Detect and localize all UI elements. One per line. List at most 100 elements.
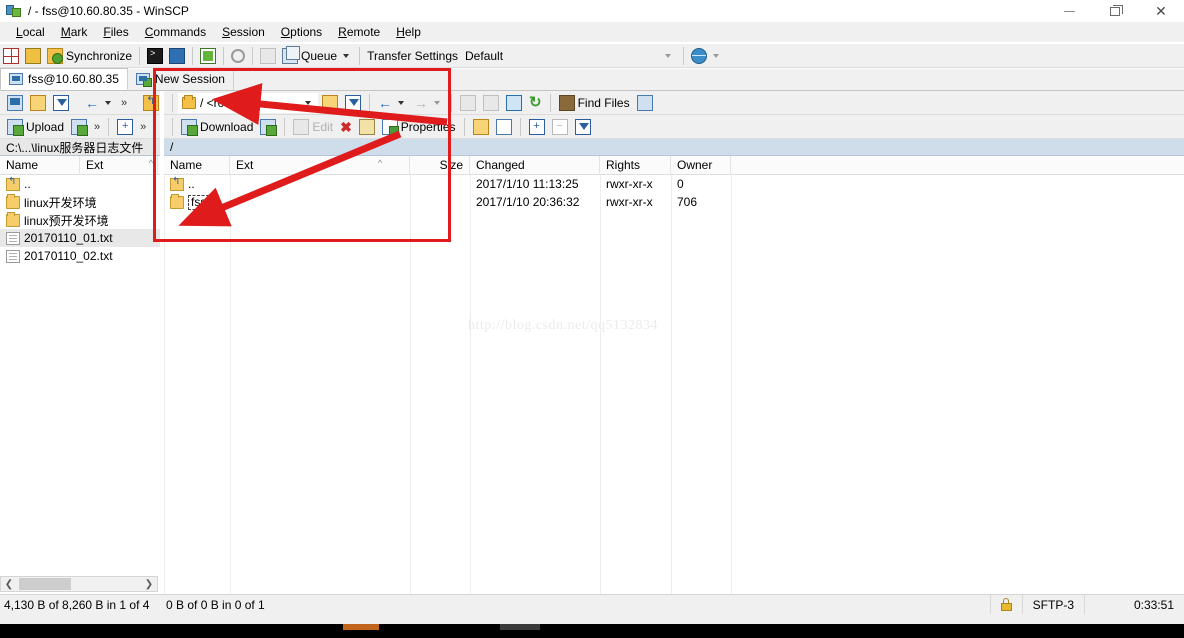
download-icon (181, 118, 198, 136)
tab-new-session[interactable]: New Session (128, 68, 234, 90)
local-column-name[interactable]: Name (0, 155, 80, 175)
delete-button[interactable]: ✖ (337, 116, 355, 138)
remote-column-ext[interactable]: Ext ^ (230, 155, 410, 175)
toolbar-button-synchronize-browsing[interactable] (22, 45, 44, 67)
local-path-bar[interactable]: C:\...\linux服务器日志文件 (0, 139, 160, 156)
remote-filter-button[interactable] (342, 92, 364, 114)
rename-button[interactable] (356, 116, 378, 138)
find-files-icon (558, 94, 575, 111)
remote-file-list[interactable]: .. 2017/1/10 11:13:25 rwxr-xr-x 0 fss 20… (164, 175, 1184, 615)
taskbar-item-active[interactable] (343, 624, 379, 630)
file-name: fss (188, 194, 210, 210)
local-select-button[interactable]: + (114, 116, 136, 138)
toolbar-button-preferences[interactable] (228, 45, 248, 67)
remote-open-directory-button[interactable] (319, 92, 341, 114)
toolbar-button-queue[interactable]: Queue (279, 45, 355, 67)
remote-toolbar: / <root> ← → ↻ Find Files (164, 91, 1184, 115)
menu-item-mark[interactable]: Mark (53, 23, 96, 41)
menu-item-remote[interactable]: Remote (330, 23, 388, 41)
status-lock-cell[interactable] (989, 594, 1022, 615)
local-back-button[interactable]: ← (82, 92, 117, 114)
local-horizontal-scrollbar[interactable]: ❮ ❯ (0, 576, 158, 592)
remote-file-toolbar-separator (284, 117, 286, 136)
download-button[interactable]: Download (178, 116, 256, 138)
refresh-icon: ↻ (529, 94, 542, 111)
table-row[interactable]: fss 2017/1/10 20:36:32 rwxr-xr-x 706 (164, 193, 1184, 211)
toolbar-button-queue-disabled[interactable] (257, 45, 279, 67)
upload-options-button[interactable] (68, 116, 90, 138)
local-parent-directory-button[interactable] (140, 92, 162, 114)
minimize-button[interactable] (1046, 0, 1092, 22)
close-button[interactable]: ✕ (1138, 0, 1184, 22)
download-options-button[interactable] (257, 116, 279, 138)
local-column-ext[interactable]: Ext ^ (80, 155, 158, 175)
remote-refresh-button[interactable]: ↻ (526, 92, 545, 114)
transfer-settings-chevron-down-icon[interactable] (665, 53, 672, 58)
remote-column-owner[interactable]: Owner (671, 155, 731, 175)
local-filter-button[interactable] (50, 92, 72, 114)
upload-button[interactable]: Upload (4, 116, 67, 138)
globe-chevron-down-icon[interactable] (713, 53, 720, 58)
find-files-button[interactable]: Find Files (556, 92, 633, 114)
toolbar-button-put[interactable] (197, 45, 219, 67)
address-chevron-down-icon[interactable] (305, 100, 311, 105)
remote-back-button[interactable]: ← (375, 92, 410, 114)
tab-session-fss[interactable]: fss@10.60.80.35 (0, 68, 128, 90)
local-file-list[interactable]: .. linux开发环境 linux预开发环境 20170110_01.txt (0, 175, 160, 599)
toolbar-button-synchronize[interactable]: Synchronize (44, 45, 135, 67)
list-item[interactable]: linux开发环境 (0, 193, 160, 211)
toolbar-button-grid[interactable] (0, 45, 22, 67)
remote-path-bar[interactable]: / (164, 139, 1184, 156)
scroll-right-icon[interactable]: ❯ (141, 577, 157, 591)
table-row[interactable]: .. 2017/1/10 11:13:25 rwxr-xr-x 0 (164, 175, 1184, 193)
scroll-left-icon[interactable]: ❮ (1, 577, 17, 591)
file-ext (230, 175, 410, 193)
folder-icon (182, 94, 196, 109)
invert-selection-button[interactable] (572, 116, 594, 138)
file-changed: 2017/1/10 11:13:25 (476, 177, 579, 191)
menu-item-local[interactable]: Local (8, 23, 53, 41)
local-toolbar-overflow[interactable]: » (118, 92, 130, 114)
toolbar-button-pageant[interactable] (166, 45, 188, 67)
root-directory-icon (483, 94, 499, 111)
local-file-toolbar-overflow[interactable]: » (91, 116, 103, 138)
synchronize-browsing-icon (25, 47, 41, 64)
menu-item-options[interactable]: Options (273, 23, 330, 41)
remote-column-rights[interactable]: Rights (600, 155, 671, 175)
toolbar-button-globe[interactable] (688, 45, 725, 67)
column-divider (470, 175, 471, 615)
local-open-directory-button[interactable] (27, 92, 49, 114)
remote-column-name[interactable]: Name (164, 155, 230, 175)
menu-item-help[interactable]: Help (388, 23, 429, 41)
remote-copy-path-button[interactable] (634, 92, 656, 114)
maximize-button[interactable] (1092, 0, 1138, 22)
remote-column-changed[interactable]: Changed (470, 155, 600, 175)
list-item[interactable]: 20170110_01.txt (0, 229, 160, 247)
back-chevron-down-icon[interactable] (398, 100, 404, 105)
list-item[interactable]: .. (0, 175, 160, 193)
local-drive-button[interactable] (4, 92, 26, 114)
remote-column-size[interactable]: Size (410, 155, 470, 175)
menu-item-session[interactable]: Session (214, 23, 273, 41)
remote-address-combobox[interactable]: / <root> (178, 92, 318, 113)
remote-file-toolbar-separator-3 (519, 117, 521, 136)
menu-item-files[interactable]: Files (95, 23, 136, 41)
taskbar-item[interactable] (500, 624, 540, 630)
back-chevron-down-icon[interactable] (105, 100, 111, 105)
select-all-button[interactable]: + (526, 116, 548, 138)
chevron-down-icon[interactable] (343, 53, 350, 58)
new-file-button[interactable] (493, 116, 515, 138)
scrollbar-thumb[interactable] (19, 578, 71, 590)
remote-home-button[interactable] (503, 92, 525, 114)
local-file-toolbar-overflow-2[interactable]: » (137, 116, 149, 138)
new-directory-button[interactable] (470, 116, 492, 138)
menu-session-rest: ession (230, 25, 265, 39)
menu-options-rest: ptions (290, 25, 323, 39)
transfer-settings-combobox[interactable]: Default (461, 45, 680, 66)
menu-item-commands[interactable]: Commands (137, 23, 214, 41)
toolbar-button-console[interactable] (144, 45, 166, 67)
list-item[interactable]: linux预开发环境 (0, 211, 160, 229)
rename-icon (358, 118, 375, 135)
list-item[interactable]: 20170110_02.txt (0, 247, 160, 265)
properties-button[interactable]: Properties (379, 116, 459, 138)
